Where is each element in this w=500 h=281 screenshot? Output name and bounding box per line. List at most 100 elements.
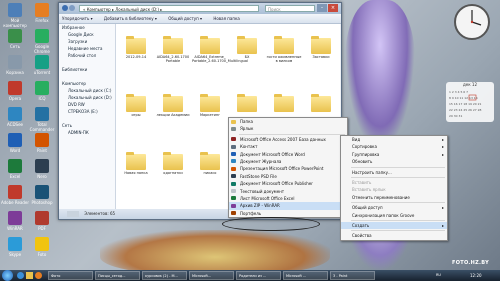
menu-item[interactable]: Папка [229, 118, 347, 125]
desktop-icon[interactable]: Корзина [0, 55, 30, 75]
desktop-icon-label: Paint [37, 148, 47, 153]
folder-item[interactable] [303, 94, 339, 113]
menu-item[interactable]: Общий доступ ▸ [341, 204, 447, 211]
nav-item[interactable]: ADMIN-ПК [59, 129, 115, 136]
folder-item[interactable]: БХ [229, 36, 265, 59]
nav-item[interactable]: Локальный диск (D:) [59, 94, 115, 101]
nav-item[interactable]: Сеть [59, 122, 115, 129]
menu-item[interactable]: Группировка ▸ [341, 151, 447, 158]
quick-launch-media-icon[interactable] [35, 272, 42, 279]
taskbar-item[interactable]: Фото [48, 271, 93, 280]
new-folder-button[interactable]: Новая папка [213, 16, 240, 21]
app-icon [35, 107, 49, 121]
nav-item[interactable]: Недавние места [59, 45, 115, 52]
menu-item[interactable]: Обновить [341, 158, 447, 165]
menu-item[interactable]: Microsoft Office Access 2007 База данных [229, 136, 347, 143]
nav-item[interactable]: СТРЕКОЗА (E:) [59, 108, 115, 115]
close-button[interactable]: × [328, 4, 338, 12]
menu-item[interactable]: Ярлык [229, 125, 347, 132]
nav-item[interactable]: Избранное [59, 24, 115, 31]
menu-item[interactable]: Документ Microsoft Office Word [229, 151, 347, 158]
folder-item[interactable] [266, 94, 302, 113]
folder-item[interactable]: AIDA64_Extreme_ Portable_2.60.1700_Multi… [192, 36, 248, 63]
nav-item[interactable]: Компьютер [59, 80, 115, 87]
folder-item[interactable]: игры [118, 94, 154, 117]
desktop-icon[interactable]: Nero [27, 159, 57, 179]
taskbar-item[interactable]: 3 - Paint [330, 271, 375, 280]
folder-item[interactable]: пикасо [192, 152, 228, 175]
menu-item[interactable]: Документ Журнала [229, 158, 347, 165]
nav-item[interactable]: Загрузки [59, 38, 115, 45]
desktop-icon[interactable]: PDF [27, 211, 57, 231]
nav-item[interactable]: Google Диск [59, 31, 115, 38]
taskbar-item[interactable]: Microsoft... [189, 271, 234, 280]
desktop-icon[interactable]: Мой компьютер [0, 3, 30, 28]
desktop-icon[interactable]: Total Commander [27, 107, 57, 132]
menu-item[interactable]: Вид ▸ [341, 136, 447, 143]
taskbar-item[interactable]: Писцы_сегод... [95, 271, 140, 280]
desktop-icon[interactable]: Photoshop [27, 185, 57, 205]
folder-item[interactable]: лекции Академии [155, 94, 191, 117]
desktop-icon[interactable]: Adobe Reader [0, 185, 30, 205]
menu-item[interactable]: Архив ZIP - WinRAR [229, 202, 347, 210]
taskbar-item[interactable]: курсовик (2) - M... [142, 271, 187, 280]
nav-item[interactable]: Рабочий стол [59, 52, 115, 59]
minimize-button[interactable]: – [317, 4, 327, 12]
folder-item[interactable]: 2012-09-14 [118, 36, 154, 59]
menu-item[interactable]: Лист Microsoft Office Excel [229, 195, 347, 202]
menu-item[interactable]: Контакт [229, 143, 347, 150]
desktop-icon[interactable]: WinRAR [0, 211, 30, 231]
organize-button[interactable]: Упорядочить ▾ [62, 16, 93, 21]
desktop-icon[interactable]: Skype [0, 237, 30, 257]
menu-item[interactable]: Сортировка ▸ [341, 143, 447, 150]
folder-item[interactable]: одогпатки [155, 152, 191, 175]
menu-item[interactable]: Настроить папку... [341, 169, 447, 176]
desktop-icon[interactable]: Foto [27, 237, 57, 257]
nav-item[interactable]: Локальный диск (C:) [59, 87, 115, 94]
share-button[interactable]: Общий доступ ▾ [168, 16, 202, 21]
search-input[interactable]: Поиск [265, 5, 315, 12]
menu-item[interactable]: Текстовый документ [229, 188, 347, 195]
tray-clock[interactable]: 12:20 [470, 270, 482, 281]
desktop-icon[interactable]: Excel [0, 159, 30, 179]
taskbar-item[interactable]: Родители из ... [236, 271, 281, 280]
desktop-icon[interactable]: Google Chrome [27, 29, 57, 54]
clock-gadget[interactable] [450, 2, 494, 42]
taskbar-item[interactable]: Microsoft ... [283, 271, 328, 280]
tray-language[interactable]: RU [436, 270, 441, 281]
quick-launch-explorer-icon[interactable] [26, 272, 33, 279]
menu-item[interactable]: Отменить переименование [341, 194, 447, 201]
folder-item[interactable]: Новая папка [118, 152, 154, 175]
nav-item[interactable]: DVD RW [59, 101, 115, 108]
desktop-icon[interactable]: Word [0, 133, 30, 153]
desktop-icon[interactable]: Paint [27, 133, 57, 153]
desktop-icon[interactable]: Сеть [0, 29, 30, 49]
start-button[interactable] [2, 270, 13, 281]
menu-item-label: Вставить [352, 179, 372, 185]
menu-item[interactable]: Синхронизация папок Groove [341, 212, 447, 219]
menu-item[interactable]: FastStone PSD File [229, 173, 347, 180]
folder-item[interactable]: Заставки [303, 36, 339, 59]
back-button[interactable] [62, 5, 68, 11]
desktop-icon[interactable]: ACDSee [0, 107, 30, 127]
folder-item[interactable] [229, 94, 265, 113]
address-bar[interactable]: « Компьютер ▸ Локальный диск (D:) ▸ [79, 5, 259, 12]
menu-item[interactable]: Свойства [341, 232, 447, 239]
add-to-library-button[interactable]: Добавить в библиотеку ▾ [104, 16, 157, 21]
forward-button[interactable] [69, 5, 75, 11]
desktop-icon[interactable]: ICQ [27, 81, 57, 101]
folder-item[interactable]: Маркетинг [192, 94, 228, 117]
explorer-titlebar[interactable]: « Компьютер ▸ Локальный диск (D:) ▸ Поис… [59, 3, 341, 14]
menu-item[interactable]: Создать ▸ [341, 221, 447, 230]
desktop-icon[interactable]: Firefox [27, 3, 57, 23]
desktop-icon[interactable]: Opera [0, 81, 30, 101]
desktop-icon[interactable]: uTorrent [27, 55, 57, 75]
nav-item[interactable]: Библиотеки [59, 66, 115, 73]
menu-item[interactable]: Документ Microsoft Office Publisher [229, 180, 347, 187]
menu-item[interactable]: Презентация Microsoft Office PowerPoint [229, 165, 347, 172]
folder-item[interactable]: AIDA64_2.60.1700 Portable [155, 36, 191, 63]
calendar-gadget[interactable]: дек 12 1 2 3 4 5 6 7 8 9 10 11 12 13 14 … [446, 82, 494, 122]
folder-item[interactable]: гости оживленные в вилком [266, 36, 302, 63]
menu-item[interactable]: Портфель [229, 210, 347, 217]
quick-launch-ie-icon[interactable] [17, 272, 24, 279]
